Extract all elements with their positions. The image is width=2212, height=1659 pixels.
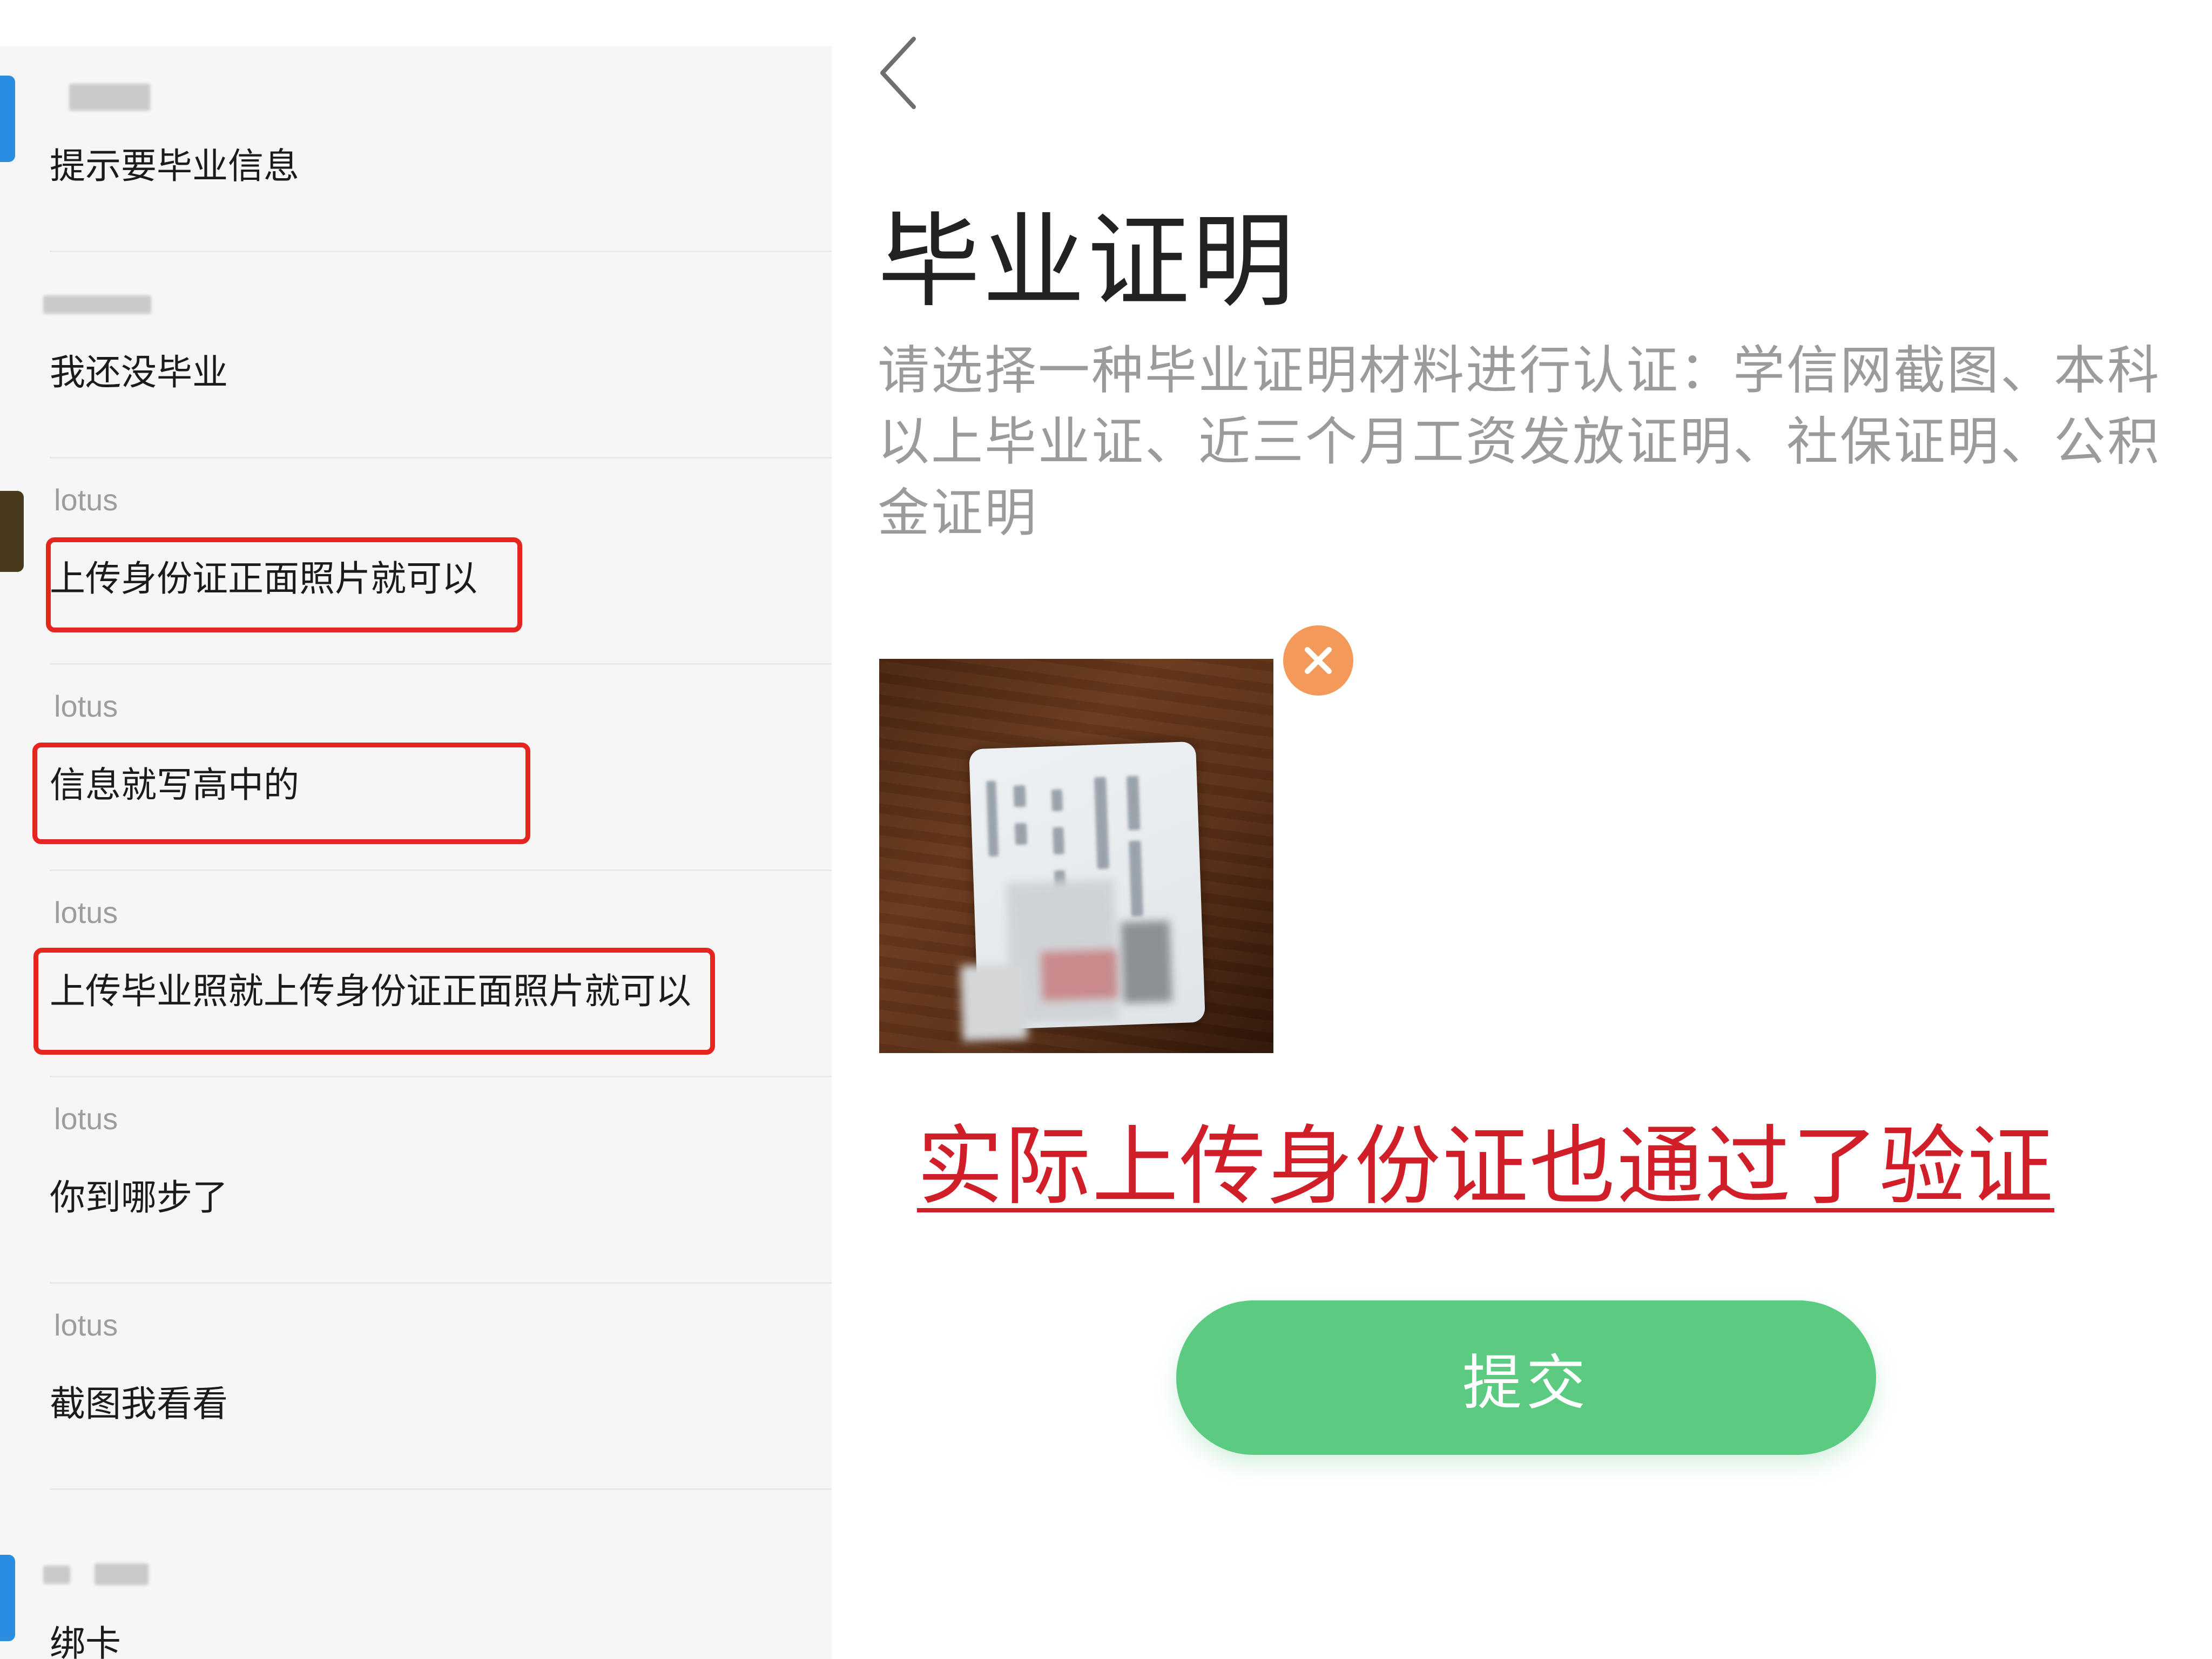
chat-message: lotus 截图我看看 <box>0 1284 832 1490</box>
message-text: 我还没毕业 <box>50 352 228 393</box>
message-text: 截图我看看 <box>50 1383 228 1425</box>
message-text: 你到哪步了 <box>50 1177 228 1218</box>
blurred-sender-name <box>43 1566 70 1584</box>
highlight-box <box>46 537 522 632</box>
sender-name: lotus <box>54 1102 118 1136</box>
chat-message: lotus 上传毕业照就上传身份证正面照片就可以 <box>0 871 832 1077</box>
chat-message: lotus 上传身份证正面照片就可以 <box>0 458 832 665</box>
sender-name: lotus <box>54 483 118 517</box>
message-text: 提示要毕业信息 <box>50 145 299 187</box>
annotation-text: 实际上传身份证也通过了验证 <box>917 1116 2055 1217</box>
highlight-box <box>33 948 715 1055</box>
avatar[interactable] <box>0 76 15 162</box>
uploaded-image[interactable] <box>879 625 1353 1053</box>
page-title: 毕业证明 <box>878 202 1297 321</box>
blurred-sender-name <box>43 295 151 314</box>
chat-message: 提示要毕业信息 <box>0 46 832 252</box>
graduation-proof-page: 毕业证明 请选择一种毕业证明材料进行认证：学信网截图、本科以上毕业证、近三个月工… <box>832 0 2212 1659</box>
page-description: 请选择一种毕业证明材料进行认证：学信网截图、本科以上毕业证、近三个月工资发放证明… <box>878 340 2161 543</box>
chat-panel: 提示要毕业信息 我还没毕业 lotus 上传身份证正面照片就可以 lotus 信… <box>0 46 832 1659</box>
submit-button[interactable]: 提交 <box>1176 1300 1876 1455</box>
chat-message: lotus 你到哪步了 <box>0 1077 832 1284</box>
chat-message: lotus 信息就写高中的 <box>0 665 832 871</box>
avatar[interactable] <box>0 491 24 572</box>
chevron-left-icon[interactable] <box>875 32 929 113</box>
message-text: 绑卡 <box>50 1623 121 1659</box>
avatar[interactable] <box>0 1555 15 1641</box>
close-icon <box>1305 647 1332 674</box>
blurred-sender-name <box>69 84 150 111</box>
id-card <box>960 741 1205 1042</box>
sender-name: lotus <box>54 689 118 723</box>
id-card-photo <box>879 659 1273 1053</box>
blurred-sender-name <box>95 1563 149 1585</box>
sender-name: lotus <box>54 895 118 929</box>
chat-message: 我还没毕业 <box>0 252 832 458</box>
chat-message: 绑卡 <box>0 1490 832 1659</box>
sender-name: lotus <box>54 1308 118 1342</box>
remove-image-button[interactable] <box>1283 625 1353 696</box>
highlight-box <box>32 743 530 844</box>
